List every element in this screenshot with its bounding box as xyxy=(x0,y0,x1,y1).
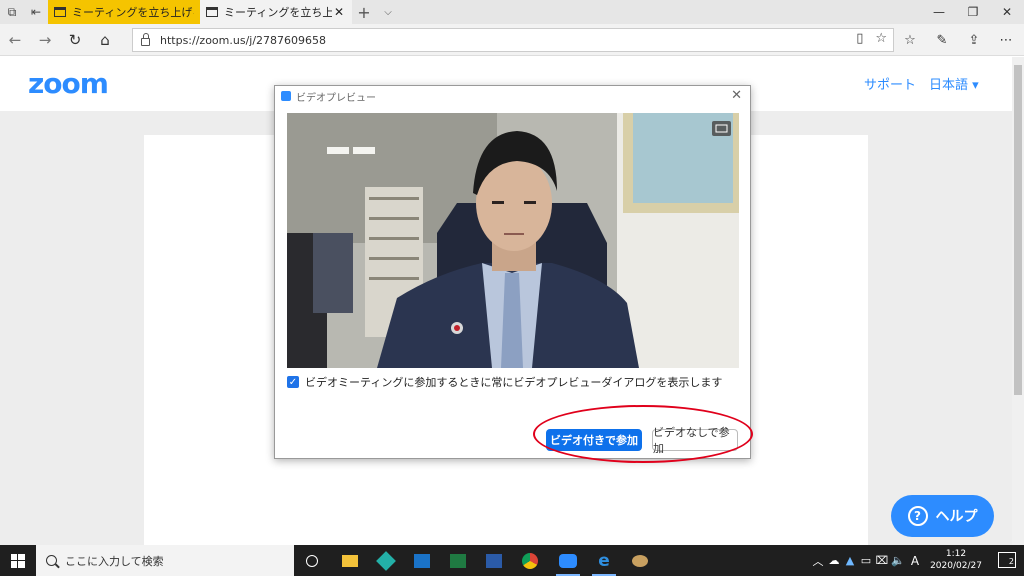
refresh-icon[interactable]: ↻ xyxy=(60,25,90,55)
tray-overflow-chevron-icon[interactable]: ︿ xyxy=(810,553,826,569)
screen: ⧉ ⇤ ミーティングを立ち上げる - Zoom ミーティングを立ち上げる - Z… xyxy=(0,0,1024,576)
minimize-icon[interactable]: — xyxy=(922,0,956,24)
chrome-icon[interactable] xyxy=(514,545,546,576)
zoom-app-icon xyxy=(281,91,291,101)
dialog-title: ビデオプレビュー xyxy=(296,92,376,104)
url-text: https://zoom.us/j/2787609658 xyxy=(160,33,327,47)
favorites-icon[interactable]: ☆ xyxy=(896,28,924,52)
zoom-logo[interactable]: zoom xyxy=(28,67,109,100)
excel-icon[interactable] xyxy=(442,545,474,576)
search-icon xyxy=(46,555,57,566)
tab-aside-icon[interactable]: ⇤ xyxy=(24,0,48,24)
new-tab-icon[interactable]: + xyxy=(352,0,376,24)
question-icon: ? xyxy=(907,506,928,526)
windows-taskbar: ここに入力して検索 e ︿ ☁ ▲ ▭ ⌧ 🔈 A 1:12 2020/02/2… xyxy=(0,545,1024,576)
task-view-icon[interactable] xyxy=(296,545,328,576)
share-icon[interactable]: ⇪ xyxy=(960,28,988,52)
support-link[interactable]: サポート xyxy=(864,74,916,93)
action-center-icon[interactable]: 2 xyxy=(998,552,1016,568)
always-show-preview-label: ビデオミーティングに参加するときに常にビデオプレビューダイアログを表示します xyxy=(305,376,723,389)
window-controls: — ❐ ✕ xyxy=(922,0,1024,24)
always-show-preview-row[interactable]: ✓ ビデオミーティングに参加するときに常にビデオプレビューダイアログを表示します xyxy=(287,374,722,390)
camera-preview xyxy=(287,113,739,368)
tab-groups-icon[interactable]: ⧉ xyxy=(0,0,24,24)
browser-tab-bar: ⧉ ⇤ ミーティングを立ち上げる - Zoom ミーティングを立ち上げる - Z… xyxy=(0,0,1024,24)
battery-icon[interactable]: ▭ xyxy=(858,554,874,567)
restore-icon[interactable]: ❐ xyxy=(956,0,990,24)
tab-preview-chevron-icon[interactable]: ⌵ xyxy=(376,0,400,24)
clock-time: 1:12 xyxy=(945,549,967,559)
help-label: ヘルプ xyxy=(935,509,978,525)
lock-icon xyxy=(141,33,150,46)
browser-actions: ☆ ✎ ⇪ ⋯ xyxy=(896,28,1020,52)
help-button[interactable]: ? ヘルプ xyxy=(891,495,994,537)
back-icon[interactable]: ← xyxy=(0,25,30,55)
reading-view-icon[interactable]: ▯ xyxy=(856,31,863,46)
taskbar-clock[interactable]: 1:12 2020/02/27 xyxy=(926,548,986,572)
notification-count: 2 xyxy=(1008,557,1014,566)
tray-app-icon[interactable]: ▲ xyxy=(842,554,858,567)
address-field[interactable]: https://zoom.us/j/2787609658 ▯ ☆ xyxy=(132,28,894,52)
windows-start-icon[interactable] xyxy=(0,545,36,576)
edge-icon[interactable]: e xyxy=(588,545,620,576)
page-scrollbar[interactable] xyxy=(1012,57,1024,545)
system-tray: ︿ ☁ ▲ ▭ ⌧ 🔈 A xyxy=(810,545,924,576)
ime-indicator[interactable]: A xyxy=(906,554,924,568)
feather-app-icon[interactable] xyxy=(370,545,402,576)
word-icon[interactable] xyxy=(478,545,510,576)
taskbar-search[interactable]: ここに入力して検索 xyxy=(36,545,294,576)
clock-date: 2020/02/27 xyxy=(930,561,982,571)
zoom-taskbar-icon[interactable] xyxy=(552,545,584,576)
paint-icon[interactable] xyxy=(624,545,656,576)
tab-close-icon[interactable]: ✕ xyxy=(332,5,346,19)
camera-image xyxy=(287,113,739,368)
dialog-close-icon[interactable]: ✕ xyxy=(731,88,742,103)
network-icon[interactable]: ⌧ xyxy=(874,554,890,567)
volume-icon[interactable]: 🔈 xyxy=(890,554,906,567)
home-icon[interactable]: ⌂ xyxy=(90,25,120,55)
more-icon[interactable]: ⋯ xyxy=(992,28,1020,52)
dialog-titlebar: ビデオプレビュー ✕ xyxy=(275,86,750,106)
forward-icon[interactable]: → xyxy=(30,25,60,55)
scrollbar-thumb[interactable] xyxy=(1014,65,1022,395)
join-with-video-button[interactable]: ビデオ付きで参加 xyxy=(546,429,642,451)
page-icon xyxy=(54,7,66,17)
close-window-icon[interactable]: ✕ xyxy=(990,0,1024,24)
search-placeholder: ここに入力して検索 xyxy=(65,554,164,568)
always-show-preview-checkbox[interactable]: ✓ xyxy=(287,376,299,388)
pen-icon[interactable]: ✎ xyxy=(928,28,956,52)
tab-label: ミーティングを立ち上げる - Zoom xyxy=(72,6,194,19)
language-selector[interactable]: 日本語 ▾ xyxy=(929,74,979,93)
page-icon xyxy=(206,7,218,17)
join-without-video-button[interactable]: ビデオなしで参加 xyxy=(652,426,738,455)
file-explorer-icon[interactable] xyxy=(334,545,366,576)
tab-zoom-second[interactable]: ミーティングを立ち上げる - Zoom ✕ xyxy=(200,0,352,24)
outlook-icon[interactable] xyxy=(406,545,438,576)
tab-zoom-active[interactable]: ミーティングを立ち上げる - Zoom xyxy=(48,0,200,24)
tab-label: ミーティングを立ち上げる - Zoom xyxy=(224,6,332,19)
favorite-star-icon[interactable]: ☆ xyxy=(875,31,887,46)
onedrive-icon[interactable]: ☁ xyxy=(826,554,842,567)
address-toolbar: ← → ↻ ⌂ https://zoom.us/j/2787609658 ▯ ☆… xyxy=(0,24,1024,56)
video-preview-dialog: ビデオプレビュー ✕ ✓ ビデオミーティングに参加するときに常にビデオプレビュー… xyxy=(274,85,751,459)
